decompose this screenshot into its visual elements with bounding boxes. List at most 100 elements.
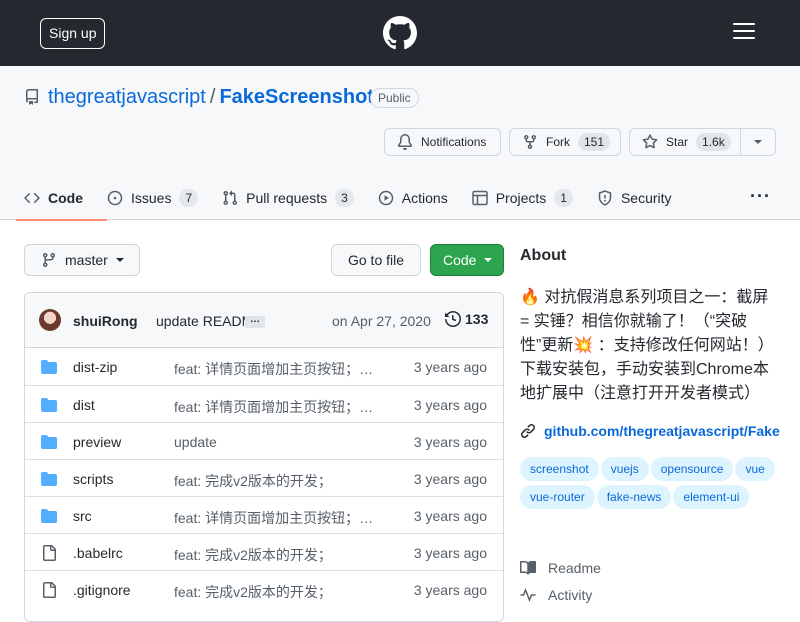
file-name-link[interactable]: dist <box>73 397 95 413</box>
chevron-down-icon <box>754 140 762 144</box>
file-commit-message-link[interactable]: feat: 详情页面增加主页按钮；… <box>174 508 373 528</box>
file-name-link[interactable]: .babelrc <box>73 545 123 561</box>
star-icon <box>642 134 658 149</box>
chevron-down-icon <box>484 258 493 262</box>
file-commit-time: 3 years ago <box>413 359 487 375</box>
file-row[interactable]: scripts feat: 完成v2版本的开发； 3 years ago <box>25 459 503 496</box>
about-heading: About <box>520 247 567 264</box>
repo-name-link[interactable]: FakeScreenshot <box>219 86 374 108</box>
sign-up-button[interactable]: Sign up <box>40 18 106 49</box>
file-commit-message-link[interactable]: feat: 详情页面增加主页按钮；… <box>174 359 373 379</box>
file-commit-time: 3 years ago <box>413 545 487 561</box>
tab-security[interactable]: Security <box>597 176 672 220</box>
topic-tag[interactable]: screenshot <box>520 457 599 481</box>
file-commit-message-link[interactable]: feat: 详情页面增加主页按钮；… <box>174 397 373 417</box>
file-icon <box>43 582 56 598</box>
file-row[interactable]: dist-zip feat: 详情页面增加主页按钮；… 3 years ago <box>25 348 503 385</box>
activity-label: Activity <box>548 587 593 603</box>
file-commit-message-link[interactable]: feat: 完成v2版本的开发； <box>174 545 332 565</box>
readme-label: Readme <box>548 560 601 576</box>
file-commit-time: 3 years ago <box>413 397 487 413</box>
chevron-down-icon <box>115 258 124 262</box>
folder-icon <box>41 435 57 449</box>
repo-header: thegreatjavascript / FakeScreenshot Public… <box>0 66 800 221</box>
code-button-label: Code <box>443 252 477 268</box>
activity-link[interactable]: Activity <box>520 587 592 603</box>
homepage-link[interactable]: github.com/thegreatjavascript/FakeScreen… <box>520 423 780 439</box>
topic-tag[interactable]: opensource <box>650 457 734 481</box>
fork-icon <box>524 135 536 150</box>
repo-owner-link[interactable]: thegreatjavascript <box>48 86 206 108</box>
tab-issues-label: Issues <box>131 190 172 206</box>
link-icon <box>521 424 535 438</box>
branch-name: master <box>65 252 108 268</box>
file-commit-message-link[interactable]: update <box>174 434 217 450</box>
branch-select-button[interactable]: master <box>24 244 140 276</box>
topic-tag[interactable]: vuejs <box>600 457 649 481</box>
branch-icon <box>42 253 55 268</box>
file-row[interactable]: dist feat: 详情页面增加主页按钮；… 3 years ago <box>25 385 503 422</box>
topics-list: screenshot vuejs opensource vue vue-router fa… <box>520 457 780 513</box>
file-name-link[interactable]: src <box>73 508 92 524</box>
file-browser: shuiRong update README … on Apr 27, 2020… <box>24 292 504 622</box>
fork-label: Fork <box>546 135 570 149</box>
topic-tag[interactable]: vue-router <box>520 485 595 509</box>
folder-icon <box>41 509 57 523</box>
topic-tag[interactable]: element-ui <box>673 485 750 509</box>
play-icon <box>378 190 394 206</box>
topic-tag[interactable]: vue <box>735 457 775 481</box>
repo-tabs: Code Issues 7 Pull requests 3 Actions Pr… <box>16 176 696 221</box>
code-dropdown-button[interactable]: Code <box>430 244 504 276</box>
file-row[interactable]: preview update 3 years ago <box>25 422 503 459</box>
fork-count: 151 <box>578 133 611 151</box>
readme-link[interactable]: Readme <box>520 560 601 576</box>
fork-button[interactable]: Fork 151 <box>509 128 621 156</box>
star-dropdown-button[interactable] <box>740 128 776 156</box>
tab-projects-count: 1 <box>554 189 573 207</box>
tab-actions[interactable]: Actions <box>378 176 448 220</box>
pulse-icon <box>520 587 536 603</box>
menu-hamburger-icon[interactable] <box>733 23 755 43</box>
file-row[interactable]: src feat: 详情页面增加主页按钮；… 3 years ago <box>25 496 503 533</box>
notifications-label: Notifications <box>421 135 487 149</box>
file-row[interactable]: .babelrc feat: 完成v2版本的开发； 3 years ago <box>25 533 503 570</box>
tab-pull-requests-label: Pull requests <box>246 190 328 206</box>
commit-author[interactable]: shuiRong <box>73 313 138 329</box>
file-icon <box>43 545 56 561</box>
more-tabs-button[interactable]: ··· <box>750 186 771 207</box>
file-name-link[interactable]: scripts <box>73 471 113 487</box>
file-name-link[interactable]: .gitignore <box>73 582 131 598</box>
table-icon <box>471 190 488 206</box>
visibility-badge: Public <box>370 88 419 108</box>
shield-icon <box>598 190 612 206</box>
file-name-link[interactable]: dist-zip <box>73 359 117 375</box>
avatar[interactable] <box>39 309 61 331</box>
tab-issues-count: 7 <box>179 189 199 207</box>
tab-projects[interactable]: Projects 1 <box>471 176 573 220</box>
star-count: 1.6k <box>696 133 731 151</box>
topic-tag[interactable]: fake-news <box>596 485 672 509</box>
star-button[interactable]: Star 1.6k <box>629 128 741 156</box>
notifications-button[interactable]: Notifications <box>384 128 501 156</box>
github-logo-icon[interactable] <box>383 16 417 50</box>
file-commit-time: 3 years ago <box>413 434 487 450</box>
tab-actions-label: Actions <box>401 190 448 206</box>
tab-code[interactable]: Code <box>16 176 107 221</box>
code-icon <box>24 192 40 204</box>
folder-icon <box>41 472 57 486</box>
tab-issues[interactable]: Issues 7 <box>107 176 199 220</box>
file-commit-message-link[interactable]: feat: 完成v2版本的开发； <box>174 471 332 491</box>
file-commit-time: 3 years ago <box>413 471 487 487</box>
latest-commit-bar: shuiRong update README … on Apr 27, 2020… <box>25 293 503 348</box>
tab-pull-requests-count: 3 <box>335 189 354 207</box>
file-name-link[interactable]: preview <box>73 434 121 450</box>
file-commit-message-link[interactable]: feat: 完成v2版本的开发； <box>174 582 332 602</box>
tab-code-label: Code <box>48 190 83 206</box>
tab-pull-requests[interactable]: Pull requests 3 <box>222 176 354 220</box>
expand-commit-button[interactable]: … <box>245 315 265 328</box>
breadcrumb: thegreatjavascript / FakeScreenshot <box>48 86 374 109</box>
file-row[interactable]: .gitignore feat: 完成v2版本的开发； 3 years ago <box>25 570 503 607</box>
top-navbar: Sign up <box>0 0 800 66</box>
commit-history-link[interactable]: 133 <box>445 311 488 327</box>
go-to-file-button[interactable]: Go to file <box>331 244 421 276</box>
